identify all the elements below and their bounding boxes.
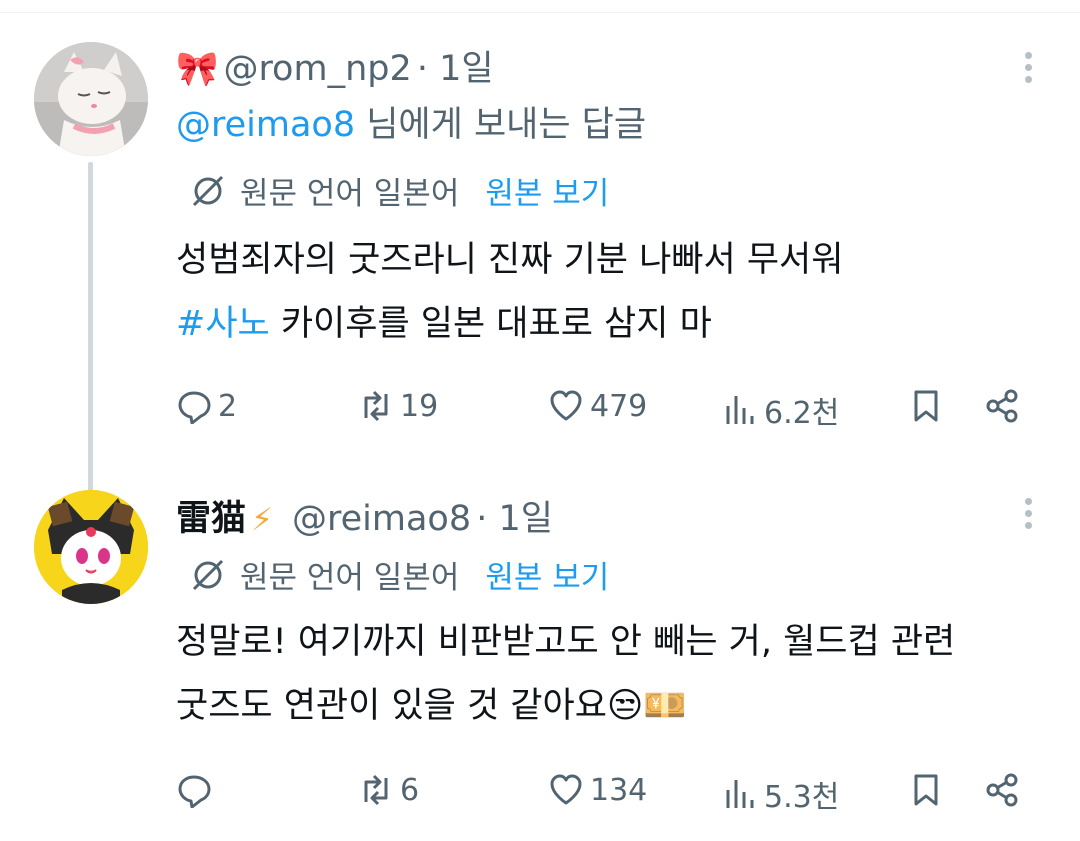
bookmark-icon xyxy=(914,774,938,806)
lightning-icon: ⚡ xyxy=(251,502,273,538)
retweet-icon xyxy=(364,390,388,422)
translation-notice: 원문 언어 일본어 원본 보기 xyxy=(190,168,609,213)
replying-to: @reimao8 님에게 보내는 답글 xyxy=(176,96,646,147)
share-icon xyxy=(986,773,1018,807)
action-bar: 6 134 5.3천 xyxy=(176,772,1046,816)
avatar-kuromi-illustration xyxy=(34,490,148,604)
thread-connector-line xyxy=(88,162,93,524)
separator-dot: · xyxy=(416,49,440,89)
like-icon xyxy=(550,390,582,421)
translate-label: 원문 언어 일본어 xyxy=(240,176,460,212)
show-original-link[interactable]: 원본 보기 xyxy=(485,552,609,597)
views-icon xyxy=(726,396,754,424)
like-count: 479 xyxy=(590,388,648,424)
views-icon xyxy=(726,780,754,808)
more-icon[interactable] xyxy=(1016,52,1040,92)
tweet-text-line-1: 성범죄자의 굿즈라니 진짜 기분 나빠서 무서워 xyxy=(176,240,844,280)
reply-suffix: 님에게 보내는 답글 xyxy=(355,105,647,145)
bookmark-button[interactable] xyxy=(908,772,950,808)
reply-icon xyxy=(178,775,211,808)
retweet-count: 19 xyxy=(400,388,439,424)
bookmark-icon xyxy=(914,390,938,422)
retweet-count: 6 xyxy=(400,772,420,808)
reply-icon xyxy=(178,391,211,424)
top-divider xyxy=(0,12,1080,13)
tweet-time[interactable]: 1일 xyxy=(498,499,552,539)
translate-icon xyxy=(192,175,224,206)
share-button[interactable] xyxy=(984,388,1026,424)
retweet-button[interactable]: 6 xyxy=(358,772,419,808)
retweet-button[interactable]: 19 xyxy=(358,388,438,424)
tweet-text-line-2-rest: 카이후를 일본 대표로 삼지 마 xyxy=(269,304,712,344)
translate-label: 원문 언어 일본어 xyxy=(240,560,460,596)
avatar[interactable] xyxy=(34,42,148,156)
like-icon xyxy=(550,774,582,805)
tweet-text-line-2: #사노 카이후를 일본 대표로 삼지 마 xyxy=(176,292,1056,356)
reply-mention-link[interactable]: @reimao8 xyxy=(176,105,355,145)
share-icon xyxy=(986,389,1018,423)
more-icon[interactable] xyxy=(1016,498,1040,538)
tweet-text: 성범죄자의 굿즈라니 진짜 기분 나빠서 무서워 #사노 카이후를 일본 대표로… xyxy=(176,228,1056,356)
tweet-header: 雷猫 ⚡ @reimao8 · 1일 xyxy=(176,490,553,541)
separator-dot: · xyxy=(476,499,499,539)
tweet-text: 정말로! 여기까지 비판받고도 안 빼는 거, 월드컵 관련 굿즈도 연관이 있… xyxy=(176,610,1056,738)
translate-icon xyxy=(192,559,224,590)
like-button[interactable]: 479 xyxy=(548,388,647,424)
avatar-cat-illustration xyxy=(34,42,148,156)
share-button[interactable] xyxy=(984,772,1026,808)
user-handle[interactable]: @reimao8 xyxy=(292,499,471,539)
like-count: 134 xyxy=(590,772,648,808)
tweet-time[interactable]: 1일 xyxy=(439,49,493,89)
show-original-link[interactable]: 원본 보기 xyxy=(485,168,609,213)
views-count: 6.2천 xyxy=(764,396,840,431)
hashtag-link[interactable]: #사노 xyxy=(176,304,270,344)
reply-count: 2 xyxy=(218,388,238,424)
translation-notice: 원문 언어 일본어 원본 보기 xyxy=(190,552,609,597)
reply-button[interactable] xyxy=(176,772,218,808)
display-name[interactable]: 雷猫 xyxy=(176,499,246,539)
tweet-2[interactable]: 雷猫 ⚡ @reimao8 · 1일 원문 언어 일본어 원본 보기 정말로! … xyxy=(0,488,1080,841)
avatar[interactable] xyxy=(34,490,148,604)
views-button[interactable]: 5.3천 xyxy=(722,772,839,816)
user-handle[interactable]: @rom_np2 xyxy=(223,49,411,89)
views-count: 5.3천 xyxy=(764,780,840,815)
reply-button[interactable]: 2 xyxy=(176,388,237,424)
retweet-icon xyxy=(364,774,388,806)
bookmark-button[interactable] xyxy=(908,388,950,424)
views-button[interactable]: 6.2천 xyxy=(722,388,839,432)
display-name-emoji[interactable]: 🎀 xyxy=(176,49,218,89)
tweet-header: 🎀 @rom_np2 · 1일 xyxy=(176,40,494,91)
action-bar: 2 19 479 6.2천 xyxy=(176,388,1046,432)
tweet-text-line-2: 굿즈도 연관이 있을 것 같아요😒💴 xyxy=(176,686,687,726)
tweet-1[interactable]: 🎀 @rom_np2 · 1일 @reimao8 님에게 보내는 답글 원문 언… xyxy=(0,40,1080,524)
tweet-text-line-1: 정말로! 여기까지 비판받고도 안 빼는 거, 월드컵 관련 xyxy=(176,622,956,662)
like-button[interactable]: 134 xyxy=(548,772,647,808)
